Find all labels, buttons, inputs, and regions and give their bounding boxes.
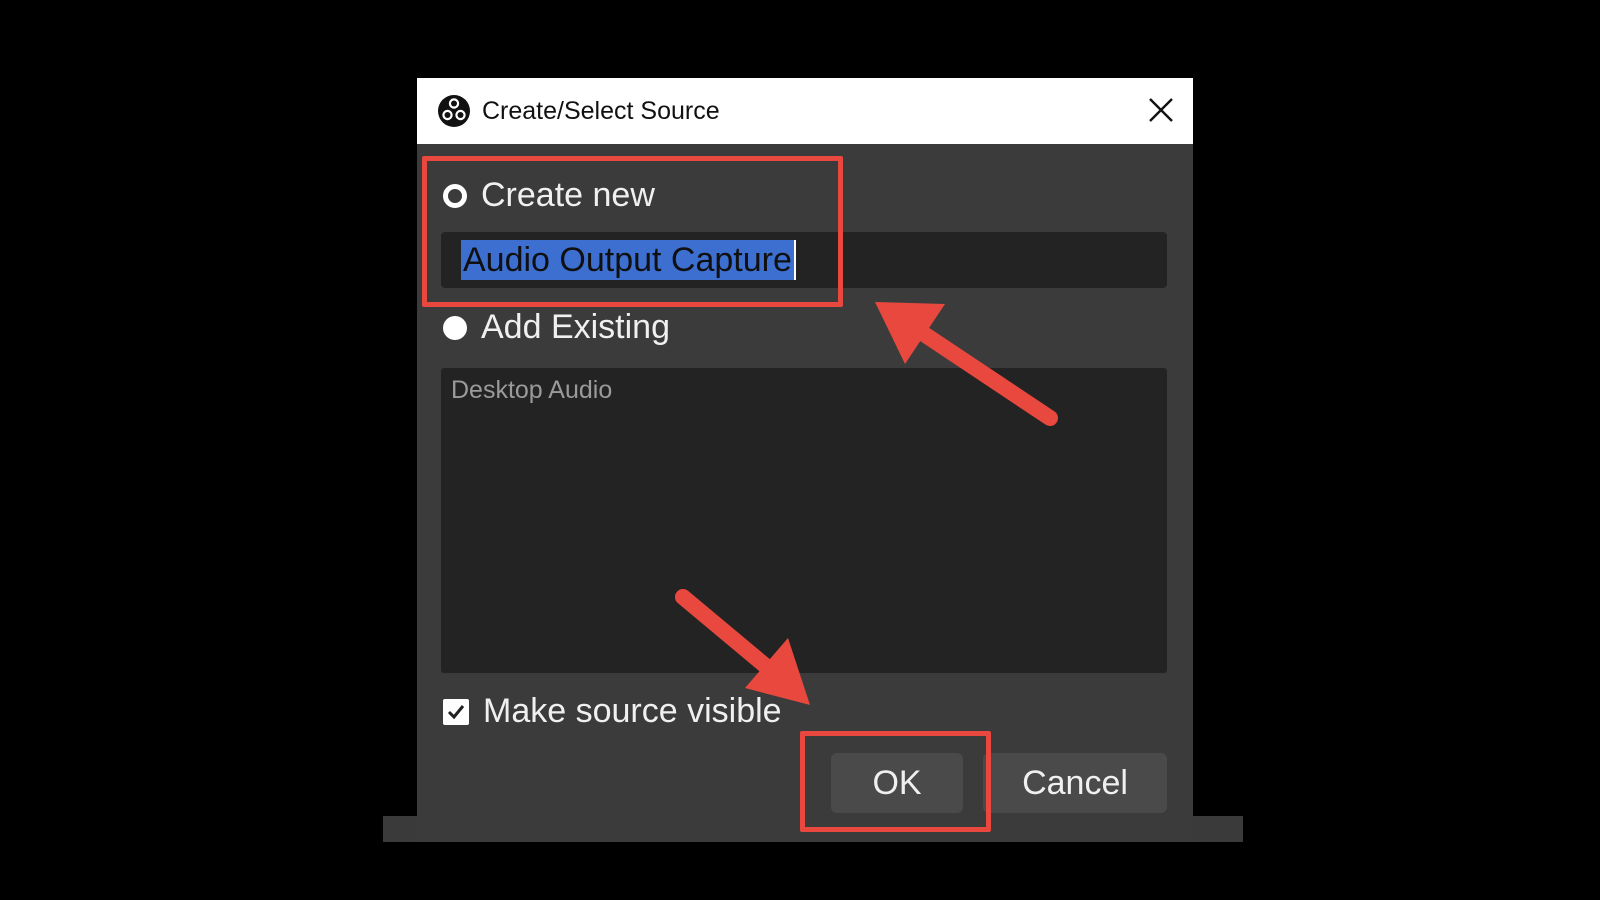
existing-sources-list[interactable]: Desktop Audio	[441, 368, 1167, 673]
add-existing-label: Add Existing	[481, 308, 670, 346]
make-visible-option[interactable]: Make source visible	[443, 692, 782, 731]
close-button[interactable]	[1141, 90, 1181, 130]
title-bar: Create/Select Source	[417, 78, 1193, 144]
make-visible-label: Make source visible	[483, 692, 782, 730]
dialog-title: Create/Select Source	[482, 97, 720, 125]
obs-logo-icon	[438, 95, 470, 127]
create-select-source-dialog: Create/Select Source Create new Audio Ou…	[417, 78, 1193, 842]
source-name-value: Audio Output Capture	[461, 240, 796, 280]
ok-button[interactable]: OK	[831, 753, 963, 813]
add-existing-radio[interactable]	[443, 315, 467, 340]
checkmark-icon	[447, 704, 465, 719]
add-existing-radio-option[interactable]: Add Existing	[443, 308, 670, 347]
list-item[interactable]: Desktop Audio	[451, 376, 612, 405]
create-new-radio[interactable]	[443, 183, 467, 208]
make-visible-checkbox[interactable]	[443, 698, 469, 725]
close-icon	[1149, 98, 1173, 122]
cancel-button[interactable]: Cancel	[983, 753, 1167, 813]
create-new-label: Create new	[481, 176, 655, 214]
text-caret	[793, 240, 796, 280]
source-name-input[interactable]: Audio Output Capture	[441, 232, 1167, 288]
create-new-radio-option[interactable]: Create new	[443, 176, 655, 215]
